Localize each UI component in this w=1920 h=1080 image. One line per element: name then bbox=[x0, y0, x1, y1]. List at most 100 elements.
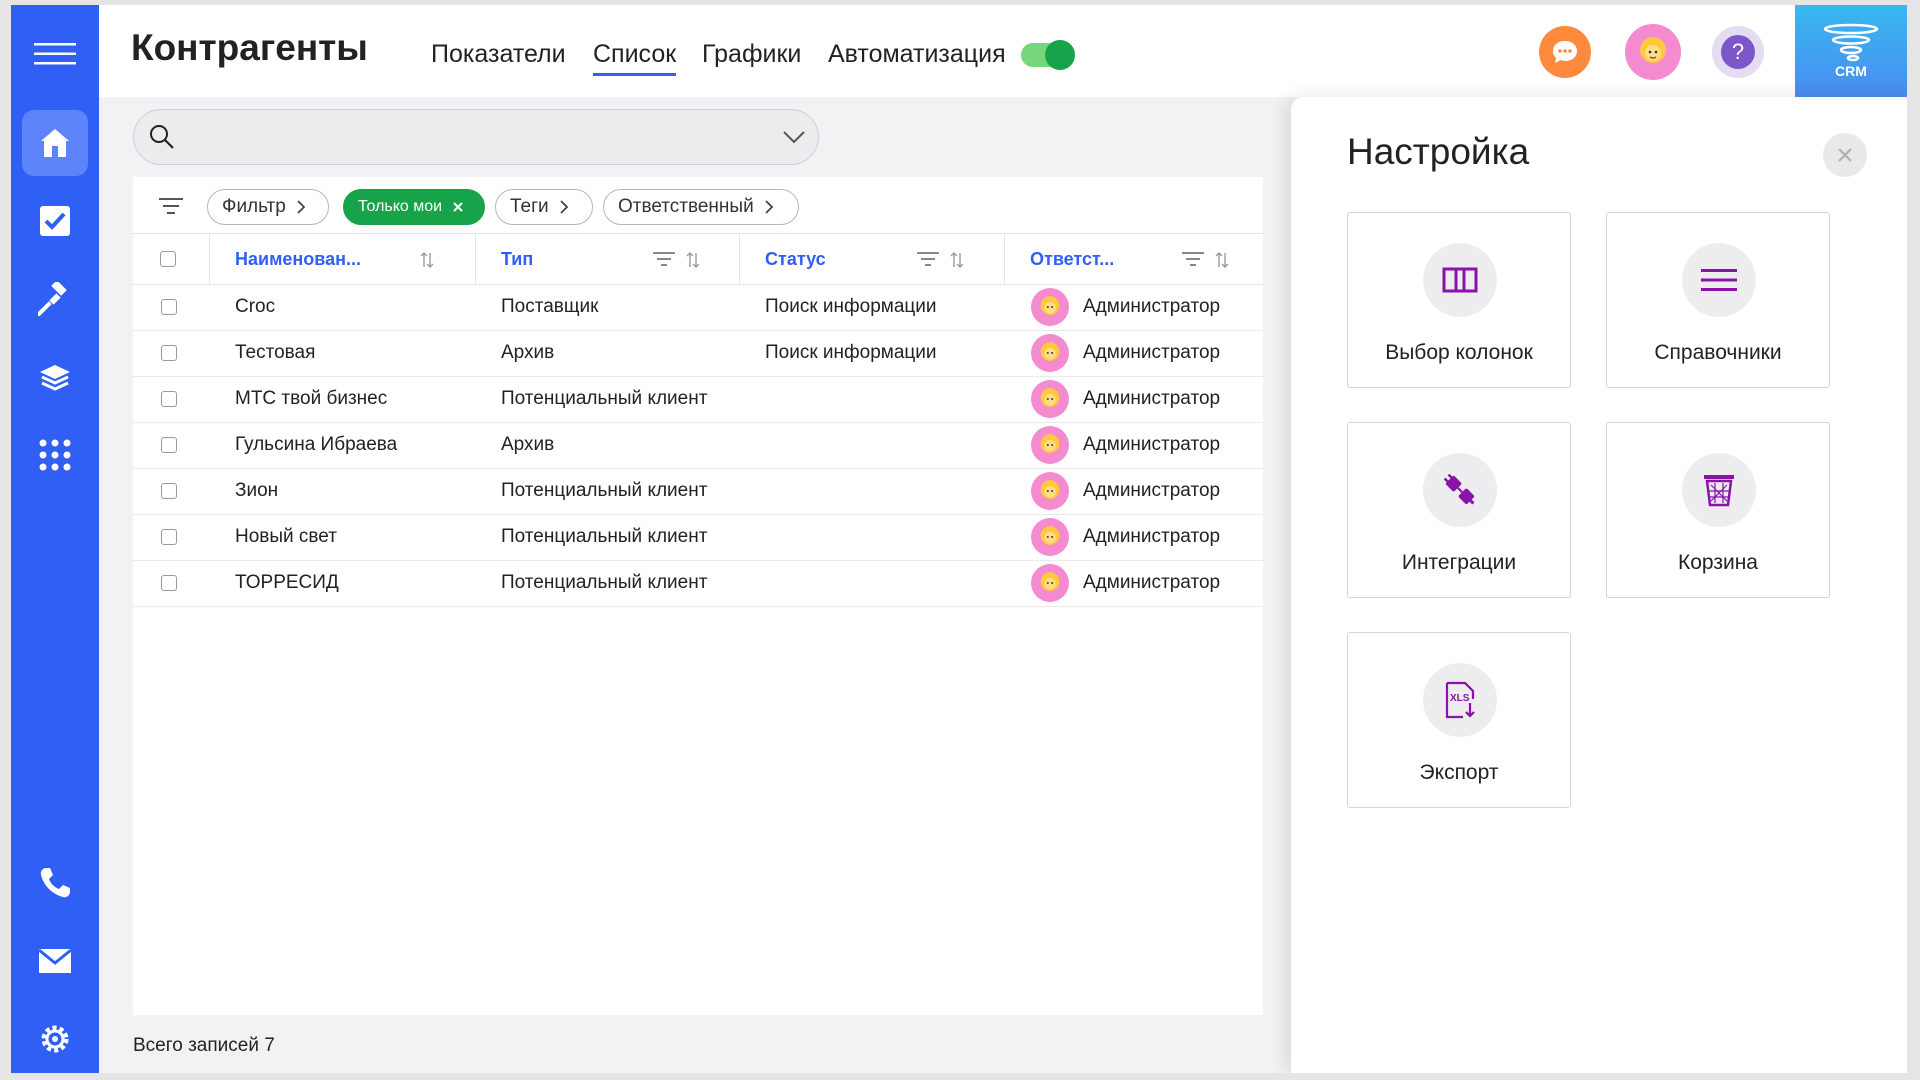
sidebar-item-layers[interactable] bbox=[22, 344, 88, 410]
cell-owner: Администратор bbox=[1083, 388, 1221, 409]
cell-name[interactable]: МТС твой бизнес bbox=[235, 376, 387, 422]
search-input[interactable] bbox=[186, 118, 750, 156]
crm-tornado-icon bbox=[1823, 23, 1879, 62]
column-header-status[interactable]: Статус bbox=[765, 234, 826, 284]
close-icon bbox=[1838, 148, 1852, 162]
user-avatar-icon bbox=[1040, 572, 1060, 591]
sort-arrows-icon[interactable] bbox=[420, 251, 434, 269]
tab-charts[interactable]: Графики bbox=[702, 40, 801, 69]
search-bar[interactable] bbox=[133, 109, 819, 165]
card-label: Выбор колонок bbox=[1385, 341, 1533, 364]
plug-icon bbox=[1423, 453, 1497, 527]
row-checkbox[interactable] bbox=[161, 468, 177, 514]
table-row[interactable]: Croc Поставщик Поиск информации Админист… bbox=[133, 284, 1263, 331]
card-label: Интеграции bbox=[1401, 551, 1517, 574]
tab-list[interactable]: Список bbox=[593, 40, 677, 76]
cell-name[interactable]: Новый свет bbox=[235, 514, 337, 560]
cell-status: Поиск информации bbox=[765, 342, 937, 363]
chevron-down-icon[interactable] bbox=[782, 130, 806, 144]
checkbox-box bbox=[160, 251, 176, 267]
owner-avatar bbox=[1031, 560, 1069, 606]
filter-lines-icon[interactable] bbox=[917, 251, 939, 267]
card-trash[interactable]: Корзина bbox=[1606, 422, 1830, 598]
apps-grid-icon bbox=[39, 439, 71, 471]
sidebar-item-apps[interactable] bbox=[22, 422, 88, 488]
card-dictionaries[interactable]: Справочники bbox=[1606, 212, 1830, 388]
filter-lines-icon[interactable] bbox=[653, 251, 675, 267]
column-header-responsible[interactable]: Ответст... bbox=[1030, 234, 1114, 284]
select-all-checkbox[interactable] bbox=[160, 234, 176, 284]
card-integrations[interactable]: Интеграции bbox=[1347, 422, 1571, 598]
automation-toggle[interactable] bbox=[1021, 40, 1075, 70]
help-question-icon: ? bbox=[1721, 35, 1755, 69]
row-checkbox[interactable] bbox=[161, 376, 177, 422]
trash-icon bbox=[1682, 453, 1756, 527]
column-header-name[interactable]: Наименован... bbox=[235, 234, 361, 284]
card-export[interactable]: XLS Экспорт bbox=[1347, 632, 1571, 808]
cell-status: Поиск информации bbox=[765, 296, 937, 317]
card-column-selection[interactable]: Выбор колонок bbox=[1347, 212, 1571, 388]
sidebar-item-settings[interactable] bbox=[22, 1006, 88, 1072]
cell-name[interactable]: Гульсина Ибраева bbox=[235, 422, 397, 468]
sidebar-item-auction[interactable] bbox=[22, 266, 88, 332]
column-divider bbox=[209, 234, 210, 284]
row-checkbox[interactable] bbox=[161, 422, 177, 468]
sidebar-item-phone[interactable] bbox=[22, 850, 88, 916]
table-row[interactable]: ТОРРЕСИД Потенциальный клиент Администра… bbox=[133, 560, 1263, 607]
page-title: Контрагенты bbox=[131, 27, 368, 68]
chip-only-mine[interactable]: Только мои bbox=[343, 189, 485, 225]
cell-type: Архив bbox=[501, 434, 555, 455]
column-divider bbox=[739, 234, 740, 284]
cell-name[interactable]: Croc bbox=[235, 284, 275, 330]
cell-name[interactable]: ТОРРЕСИД bbox=[235, 560, 339, 606]
cell-name[interactable]: Зион bbox=[235, 468, 278, 514]
list-panel: Фильтр Только мои Теги Ответственный Наи… bbox=[133, 177, 1263, 1015]
table-row[interactable]: Тестовая Архив Поиск информации Админист… bbox=[133, 330, 1263, 377]
top-header: Контрагенты Показатели Список Графики Ав… bbox=[99, 5, 1907, 97]
row-checkbox[interactable] bbox=[161, 514, 177, 560]
columns-icon bbox=[1423, 243, 1497, 317]
home-icon bbox=[41, 129, 69, 157]
cell-name[interactable]: Тестовая bbox=[235, 330, 315, 376]
sidebar-item-home[interactable] bbox=[22, 110, 88, 176]
column-header-type[interactable]: Тип bbox=[501, 234, 533, 284]
help-button[interactable]: ? bbox=[1712, 26, 1764, 78]
checkbox-box bbox=[161, 345, 177, 361]
menu-icon bbox=[34, 43, 76, 65]
table-row[interactable]: Зион Потенциальный клиент Администратор bbox=[133, 468, 1263, 515]
close-icon[interactable] bbox=[452, 201, 464, 213]
menu-button[interactable] bbox=[22, 21, 88, 87]
settings-close-button[interactable] bbox=[1823, 133, 1867, 177]
crm-logo-button[interactable]: CRM bbox=[1795, 5, 1907, 97]
tab-automation[interactable]: Автоматизация bbox=[828, 40, 1006, 69]
column-divider bbox=[475, 234, 476, 284]
sort-arrows-icon[interactable] bbox=[686, 251, 700, 269]
table-row[interactable]: Гульсина Ибраева Архив Администратор bbox=[133, 422, 1263, 469]
chip-filter[interactable]: Фильтр bbox=[207, 189, 329, 225]
owner-avatar bbox=[1031, 468, 1069, 514]
sort-arrows-icon[interactable] bbox=[950, 251, 964, 269]
tab-indicators[interactable]: Показатели bbox=[431, 40, 566, 69]
search-icon bbox=[150, 125, 174, 149]
table-row[interactable]: МТС твой бизнес Потенциальный клиент Адм… bbox=[133, 376, 1263, 423]
row-checkbox[interactable] bbox=[161, 560, 177, 606]
chat-button[interactable] bbox=[1539, 26, 1591, 78]
row-checkbox[interactable] bbox=[161, 284, 177, 330]
table-row[interactable]: Новый свет Потенциальный клиент Админист… bbox=[133, 514, 1263, 561]
crm-label: CRM bbox=[1835, 63, 1867, 79]
chip-tags[interactable]: Теги bbox=[495, 189, 593, 225]
mail-icon bbox=[38, 948, 72, 973]
left-sidebar bbox=[11, 5, 99, 1073]
filter-lines-icon[interactable] bbox=[159, 197, 183, 215]
user-avatar-button[interactable] bbox=[1625, 24, 1681, 80]
chip-filter-label: Фильтр bbox=[222, 196, 286, 217]
sidebar-item-tasks[interactable] bbox=[22, 188, 88, 254]
sidebar-item-mail[interactable] bbox=[22, 928, 88, 994]
filter-lines-icon[interactable] bbox=[1182, 251, 1204, 267]
cell-type: Потенциальный клиент bbox=[501, 480, 708, 501]
sort-arrows-icon[interactable] bbox=[1215, 251, 1229, 269]
chip-responsible[interactable]: Ответственный bbox=[603, 189, 799, 225]
row-checkbox[interactable] bbox=[161, 330, 177, 376]
owner-avatar bbox=[1031, 330, 1069, 376]
user-avatar-icon bbox=[1040, 480, 1060, 499]
